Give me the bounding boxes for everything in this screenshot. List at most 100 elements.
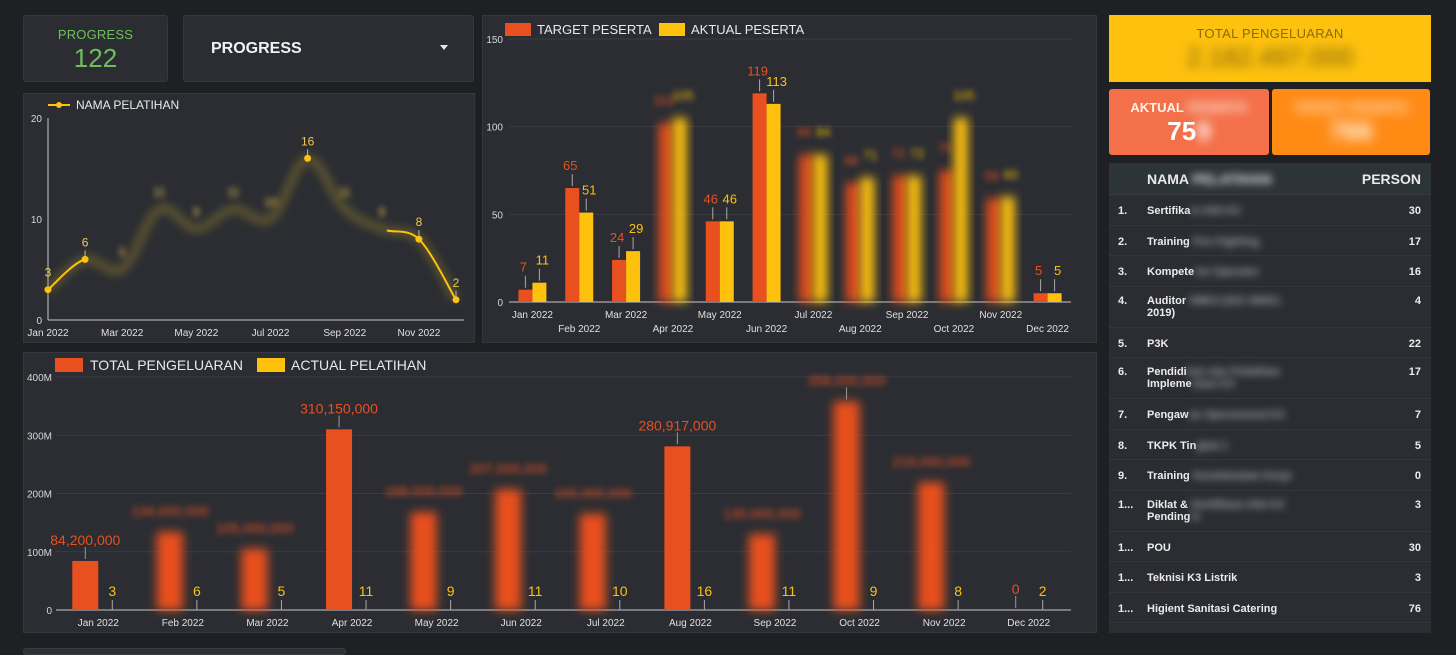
- bar-aktual: [813, 154, 828, 302]
- bar-target: [705, 221, 720, 302]
- bar-aktual: [953, 117, 968, 303]
- header-nama-visible: NAMA: [1147, 171, 1189, 187]
- legend-label-pengeluaran: TOTAL PENGELUARAN: [90, 357, 243, 373]
- data-label-pengeluaran: 84,200,000: [50, 532, 120, 548]
- table-row[interactable]: 7. Pengawas Operasional K3 7: [1109, 399, 1431, 430]
- legend-swatch-pengeluaran: [55, 358, 83, 372]
- row-name-line2: 2019): [1147, 306, 1176, 319]
- data-label: 7: [520, 260, 527, 275]
- row-name: POU: [1147, 542, 1357, 554]
- row-name: Training Keselamatan Kerja: [1147, 470, 1357, 482]
- header-person[interactable]: PERSON: [1362, 171, 1421, 187]
- bar-target: [752, 93, 767, 302]
- y-tick-label: 20: [31, 114, 43, 125]
- data-label: 3: [45, 266, 52, 280]
- table-row[interactable]: 4. Auditor SMK3 (ISO 45001: 2019) 4: [1109, 287, 1431, 328]
- table-row[interactable]: 1... POU 30: [1109, 532, 1431, 562]
- y-tick-label: 0: [46, 606, 52, 617]
- progress-filter-dropdown[interactable]: PROGRESS: [183, 15, 474, 82]
- data-label: 59: [985, 169, 999, 184]
- data-label-pelatihan: 11: [782, 583, 797, 599]
- legend-label: NAMA PELATIHAN: [76, 98, 179, 112]
- row-number: 1...: [1118, 498, 1134, 511]
- row-number: 3.: [1118, 266, 1128, 278]
- x-tick-label: Jun 2022: [746, 324, 788, 335]
- row-name-line2-blurred: in: [1190, 510, 1201, 523]
- data-label-pelatihan: 5: [278, 583, 286, 599]
- total-pengeluaran-kpi-card: TOTAL PENGELUARAN 2.182.497.000: [1109, 15, 1431, 82]
- data-label-pengeluaran: 310,150,000: [300, 400, 378, 416]
- y-tick-label: 0: [36, 316, 42, 327]
- data-label: 10: [264, 195, 278, 209]
- row-name: Training Fire Fighting: [1147, 236, 1357, 248]
- table-row[interactable]: 1...Kompetensi P3K15: [1109, 623, 1431, 633]
- bar-aktual: [579, 212, 594, 302]
- row-name-line2-blurred: ntasi K3: [1191, 378, 1235, 390]
- row-person-count: 7: [1414, 409, 1421, 421]
- row-name: Auditor SMK3 (ISO 45001: 2019): [1147, 295, 1357, 319]
- x-tick-label: Nov 2022: [923, 618, 966, 629]
- table-row[interactable]: 1... Diklat & Sertifikasi Ahli K3 Pendingi…: [1109, 491, 1431, 532]
- data-label: 72: [891, 146, 905, 161]
- data-label: 24: [610, 230, 624, 245]
- table-row[interactable]: 1... Teknisi K3 Listrik 3: [1109, 562, 1431, 593]
- x-tick-label: Jun 2022: [501, 618, 543, 629]
- peserta-chart-panel: TARGET PESERTA AKTUAL PESERTA 0 50 100 150 Jan…: [482, 15, 1097, 343]
- data-label: 2: [453, 276, 460, 290]
- y-tick-label: 300M: [27, 431, 52, 442]
- table-row[interactable]: 9. Training Keselamatan Kerja 0: [1109, 460, 1431, 491]
- data-label-pelatihan: 9: [447, 583, 455, 599]
- chevron-down-icon[interactable]: [440, 45, 448, 50]
- table-row[interactable]: 8. TKPK Tingkat 1 5: [1109, 430, 1431, 460]
- row-person-count: 5: [1414, 439, 1421, 452]
- row-name-visible: TKPK Tin: [1147, 439, 1197, 452]
- data-label: 65: [563, 158, 577, 173]
- x-tick-label: Sep 2022: [754, 618, 797, 629]
- x-tick-label: May 2022: [174, 328, 218, 339]
- row-name: Pendidikan dan Pelatihan Implementasi K3: [1147, 366, 1357, 390]
- x-tick-label: May 2022: [698, 310, 742, 321]
- data-label-pengeluaran: 207,000,000: [469, 460, 547, 476]
- row-person-count: 22: [1408, 337, 1421, 350]
- row-name: P3K: [1147, 338, 1357, 350]
- x-tick-label: Jul 2022: [252, 328, 290, 339]
- pelatihan-table[interactable]: NAMA PELATIHAN PERSON 1. Sertifikasi Ahli…: [1109, 163, 1431, 633]
- bar-aktual: [719, 221, 734, 302]
- row-name: Teknisi K3 Listrik: [1147, 572, 1357, 584]
- bar-pengeluaran: [579, 513, 606, 610]
- header-nama-pelatihan[interactable]: NAMA PELATIHAN: [1147, 171, 1271, 187]
- bar-target: [986, 198, 1001, 302]
- data-label: 11: [227, 185, 240, 199]
- bar-pengeluaran: [664, 446, 691, 610]
- bar-target: [518, 289, 533, 302]
- data-label: 9: [378, 205, 385, 219]
- legend-swatch-target: [505, 23, 531, 36]
- horizontal-scrollbar[interactable]: [23, 648, 346, 655]
- line-point: [304, 154, 312, 162]
- data-label: 16: [301, 134, 315, 148]
- row-name-line2: Impleme: [1147, 378, 1192, 390]
- aktual-peserta-value-text: 75: [1167, 116, 1197, 146]
- table-row[interactable]: 2. Training Fire Fighting 17: [1109, 226, 1431, 256]
- progress-kpi-value: 122: [73, 43, 118, 73]
- table-row[interactable]: 5. P3K 22: [1109, 328, 1431, 358]
- line-point: [81, 255, 89, 263]
- row-name-blurred: gkat 1: [1196, 439, 1229, 452]
- table-row[interactable]: 3. Kompetensi Operator 16: [1109, 256, 1431, 287]
- row-name: Kompetensi Operator: [1147, 266, 1357, 278]
- table-row[interactable]: 1. Sertifikasi Ahli K3 30: [1109, 195, 1431, 226]
- data-label-pelatihan: 8: [954, 583, 962, 599]
- row-name-visible: Pengaw: [1147, 409, 1189, 421]
- pengeluaran-chart-panel: TOTAL PENGELUARAN ACTUAL PELATIHAN 0 100M 20…: [23, 352, 1097, 633]
- bar-pengeluaran: [156, 531, 183, 610]
- data-label: 29: [629, 221, 643, 236]
- bar-aktual: [1000, 196, 1015, 302]
- data-label: 5: [1035, 263, 1042, 278]
- progress-kpi-card: PROGRESS 122: [23, 15, 168, 82]
- row-name: Sertifikasi Ahli K3: [1147, 205, 1357, 217]
- table-row[interactable]: 6. Pendidikan dan Pelatihan Implementasi K…: [1109, 358, 1431, 399]
- row-name-visible: P3K: [1147, 337, 1169, 350]
- table-row[interactable]: 1... Higient Sanitasi Catering 76: [1109, 593, 1431, 623]
- target-peserta-label: TARGET PESERTA: [1292, 100, 1410, 115]
- data-label: 9: [193, 205, 200, 219]
